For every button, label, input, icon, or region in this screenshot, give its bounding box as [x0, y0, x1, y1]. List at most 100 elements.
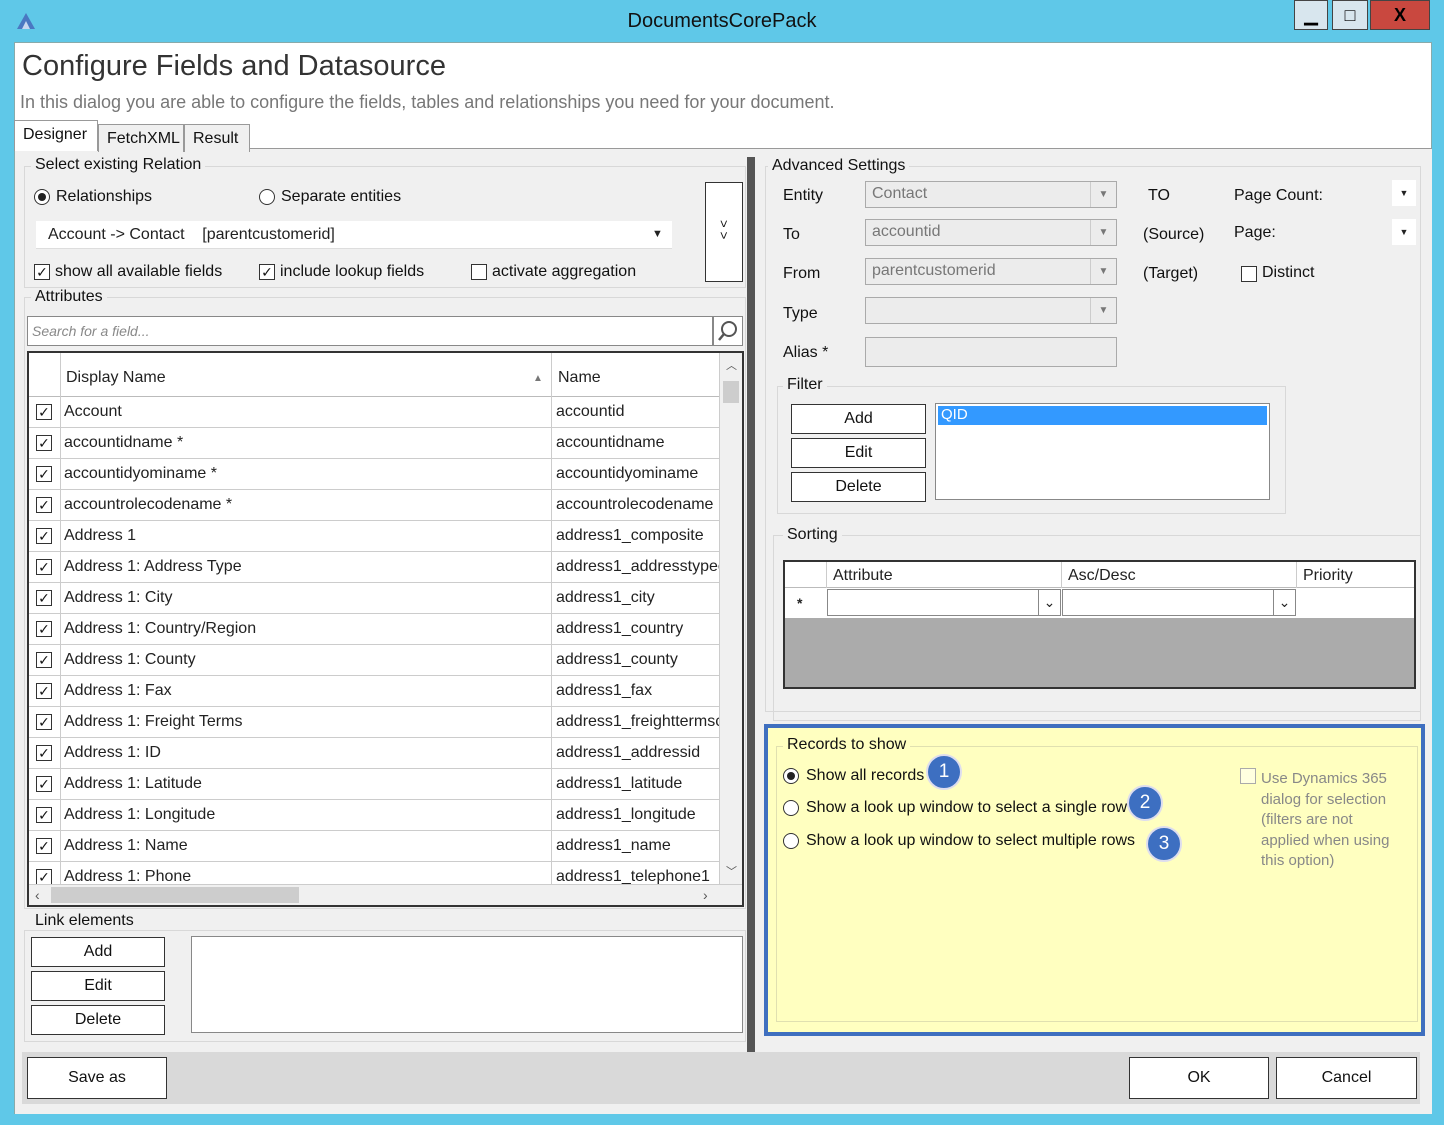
table-row[interactable]: ✓ Address 1: Fax address1_fax [29, 676, 719, 707]
row-checkbox[interactable]: ✓ [36, 497, 52, 513]
scroll-left-icon[interactable]: ‹ [35, 887, 40, 903]
row-name: address1_fax [556, 682, 653, 699]
table-row[interactable]: ✓ Address 1 address1_composite [29, 521, 719, 552]
filter-delete-button[interactable]: Delete [791, 472, 926, 502]
search-button[interactable] [713, 316, 743, 346]
row-checkbox[interactable]: ✓ [36, 714, 52, 730]
table-row[interactable]: ✓ Address 1: Longitude address1_longitude [29, 800, 719, 831]
chevron-down-icon: ▼ [1090, 298, 1116, 323]
row-checkbox[interactable]: ✓ [36, 590, 52, 606]
cancel-button[interactable]: Cancel [1276, 1057, 1417, 1099]
table-row[interactable]: ✓ Address 1: Country/Region address1_count… [29, 614, 719, 645]
table-row[interactable]: ✓ Address 1: Freight Terms address1_freigh… [29, 707, 719, 738]
from-select[interactable]: parentcustomerid ▼ [865, 258, 1117, 285]
row-name: address1_county [556, 651, 678, 668]
filter-item[interactable]: QID [938, 406, 1267, 425]
row-display-name: Address 1: Latitude [64, 775, 202, 792]
type-select[interactable]: ▼ [865, 297, 1117, 324]
col-name[interactable]: Name [558, 369, 601, 387]
filter-add-button[interactable]: Add [791, 404, 926, 434]
row-name: address1_latitude [556, 775, 683, 792]
table-row[interactable]: ✓ Address 1: Latitude address1_latitude [29, 769, 719, 800]
splitter[interactable] [747, 157, 755, 1052]
attributes-grid: Display Name ▲ Name ✓ Account accountid ✓ ac… [27, 351, 744, 907]
row-checkbox[interactable]: ✓ [36, 652, 52, 668]
link-elements-list[interactable] [191, 936, 743, 1033]
chevron-down-icon[interactable]: ▼ [652, 228, 663, 240]
col-display-name[interactable]: Display Name [66, 369, 166, 387]
row-checkbox[interactable]: ✓ [36, 776, 52, 792]
distinct-checkbox[interactable] [1241, 266, 1257, 282]
scroll-up-icon[interactable]: ︿ [726, 357, 737, 373]
activate-aggregation-checkbox[interactable] [471, 264, 487, 280]
table-row[interactable]: ✓ Address 1: Address Type address1_address… [29, 552, 719, 583]
table-row[interactable]: ✓ Address 1: ID address1_addressid [29, 738, 719, 769]
link-edit-button[interactable]: Edit [31, 971, 165, 1001]
tab-designer[interactable]: Designer [14, 120, 98, 151]
sort-ascdesc-select[interactable]: ⌄ [1062, 589, 1296, 616]
row-checkbox[interactable]: ✓ [36, 435, 52, 451]
apply-relation-button[interactable]: >> [705, 182, 743, 282]
col-priority[interactable]: Priority [1303, 567, 1353, 585]
row-checkbox[interactable]: ✓ [36, 838, 52, 854]
row-checkbox[interactable]: ✓ [36, 807, 52, 823]
records-group-label: Records to show [783, 736, 911, 754]
scroll-down-icon[interactable]: ﹀ [726, 863, 737, 879]
multiple-rows-lookup-radio[interactable] [783, 833, 799, 849]
table-row[interactable]: ✓ accountidname * accountidname [29, 428, 719, 459]
sorting-new-row[interactable]: * ⌄ ⌄ [785, 588, 1414, 618]
sort-attribute-select[interactable]: ⌄ [827, 589, 1061, 616]
filter-edit-button[interactable]: Edit [791, 438, 926, 468]
entity-select[interactable]: Contact ▼ [865, 181, 1117, 208]
show-all-fields-checkbox[interactable]: ✓ [34, 264, 50, 280]
relation-select[interactable]: Account -> Contact [parentcustomerid] [36, 221, 672, 249]
show-all-records-radio[interactable] [783, 768, 799, 784]
use-dynamics-checkbox[interactable] [1240, 768, 1256, 784]
save-as-button[interactable]: Save as [27, 1057, 167, 1099]
col-attribute[interactable]: Attribute [833, 567, 893, 585]
tab-result[interactable]: Result [184, 124, 250, 152]
filter-list[interactable]: QID [935, 403, 1270, 500]
attributes-grid-header: Display Name ▲ Name [29, 353, 719, 397]
maximize-button[interactable]: □ [1332, 0, 1368, 30]
page-count-dropdown[interactable]: ▼ [1392, 180, 1416, 206]
row-checkbox[interactable]: ✓ [36, 745, 52, 761]
callout-badge-1: 1 [926, 754, 962, 790]
vertical-scroll-thumb[interactable] [723, 381, 739, 403]
row-checkbox[interactable]: ✓ [36, 559, 52, 575]
table-row[interactable]: ✓ accountrolecodename * accountrolecodenam… [29, 490, 719, 521]
link-delete-button[interactable]: Delete [31, 1005, 165, 1035]
close-button[interactable]: X [1370, 0, 1430, 30]
row-checkbox[interactable]: ✓ [36, 404, 52, 420]
scroll-right-icon[interactable]: › [703, 887, 708, 903]
table-row[interactable]: ✓ Address 1: Name address1_name [29, 831, 719, 862]
include-lookup-checkbox[interactable]: ✓ [259, 264, 275, 280]
ok-button[interactable]: OK [1129, 1057, 1269, 1099]
from-label: From [783, 265, 821, 282]
horizontal-scroll-thumb[interactable] [51, 887, 299, 903]
row-checkbox[interactable]: ✓ [36, 683, 52, 699]
col-ascdesc[interactable]: Asc/Desc [1068, 567, 1136, 585]
alias-input[interactable] [865, 337, 1117, 367]
table-row[interactable]: ✓ Address 1: County address1_county [29, 645, 719, 676]
horizontal-scrollbar[interactable]: ‹ › [29, 884, 742, 905]
table-row[interactable]: ✓ accountidyominame * accountidyominame [29, 459, 719, 490]
row-display-name: Address 1: ID [64, 744, 161, 761]
minimize-button[interactable]: ▁ [1294, 0, 1328, 30]
relationships-radio[interactable] [34, 189, 50, 205]
row-checkbox[interactable]: ✓ [36, 466, 52, 482]
row-checkbox[interactable]: ✓ [36, 869, 52, 885]
table-row[interactable]: ✓ Account accountid [29, 397, 719, 428]
row-display-name: Address 1: Name [64, 837, 188, 854]
table-row[interactable]: ✓ Address 1: City address1_city [29, 583, 719, 614]
link-add-button[interactable]: Add [31, 937, 165, 967]
page-dropdown[interactable]: ▼ [1392, 219, 1416, 245]
row-checkbox[interactable]: ✓ [36, 528, 52, 544]
to-select[interactable]: accountid ▼ [865, 219, 1117, 246]
row-checkbox[interactable]: ✓ [36, 621, 52, 637]
separate-entities-radio[interactable] [259, 189, 275, 205]
tab-fetchxml[interactable]: FetchXML [98, 124, 184, 152]
single-row-lookup-radio[interactable] [783, 800, 799, 816]
search-input[interactable]: Search for a field... [27, 316, 713, 346]
vertical-scrollbar[interactable]: ︿ ﹀ [719, 353, 742, 884]
